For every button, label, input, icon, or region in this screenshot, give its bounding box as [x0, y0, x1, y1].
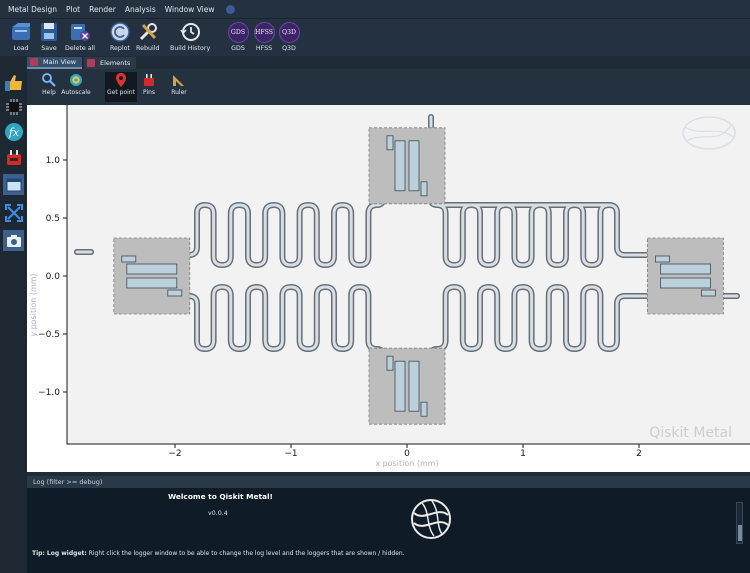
q3d-button[interactable]: Q3D Q3D	[278, 21, 300, 52]
q3d-icon: Q3D	[278, 21, 300, 43]
log-welcome-title: Welcome to Qiskit Metal!	[168, 492, 273, 501]
left-dock: fx	[0, 56, 27, 573]
build-history-button[interactable]: Build History	[170, 21, 210, 52]
delete-all-button[interactable]: Delete all	[65, 21, 95, 52]
qubit-pad-top	[660, 263, 711, 275]
get-point-button[interactable]: Get point	[105, 72, 137, 102]
window-icon[interactable]	[3, 174, 24, 195]
thumbs-up-icon[interactable]	[3, 72, 24, 93]
ruler-button[interactable]: Ruler	[169, 72, 189, 102]
delete-all-icon	[69, 21, 91, 43]
replot-icon	[109, 21, 131, 43]
qubit-connector	[655, 255, 670, 263]
qiskit-logo-icon	[225, 4, 235, 14]
qubit-pad-bottom	[126, 277, 178, 289]
x-tick-label: 0	[404, 449, 410, 459]
y-tick-label: 0.5	[46, 214, 60, 224]
chip-icon[interactable]	[3, 96, 24, 117]
transmon-qubit[interactable]	[368, 347, 446, 425]
elements-icon	[87, 59, 95, 67]
log-scroll-thumb[interactable]	[738, 525, 742, 541]
log-tip: Tip: Log widget: Right click the logger …	[32, 550, 405, 557]
qubit-pad-bottom	[660, 277, 711, 289]
y-tick-label: −0.5	[38, 330, 60, 340]
menu-bar: Metal Design Plot Render Analysis Window…	[0, 0, 750, 19]
plot-toolbar: Help Autoscale Get point Pins Ruler	[27, 69, 750, 105]
qubit-pad-left	[394, 140, 406, 192]
gds-icon: GDS	[227, 21, 249, 43]
qubit-pocket	[647, 237, 724, 315]
x-tick-label: 2	[636, 449, 642, 459]
y-tick-label: −1.0	[38, 388, 60, 398]
qubit-connector	[167, 289, 183, 297]
x-tick-label: 1	[520, 449, 526, 459]
help-button[interactable]: Help	[39, 72, 59, 102]
main-toolbar: Load Save Delete all Replot Rebuild Buil…	[0, 19, 750, 56]
qubit-pad-left	[394, 360, 406, 412]
tab-main-view[interactable]: Main View	[27, 57, 83, 69]
save-button[interactable]: Save	[38, 21, 60, 52]
log-version: v0.0.4	[208, 510, 228, 517]
qiskit-metal-watermark: Qiskit Metal	[649, 425, 732, 441]
camera-icon[interactable]	[3, 230, 24, 251]
replot-button[interactable]: Replot	[109, 21, 131, 52]
qiskit-globe-icon	[411, 499, 451, 539]
log-scrollbar[interactable]	[736, 502, 743, 544]
y-tick-label: 1.0	[46, 156, 61, 166]
menu-analysis[interactable]: Analysis	[125, 5, 156, 14]
y-ticks: 1.0 0.5 0.0 −0.5 −1.0	[38, 156, 67, 398]
y-tick-label: 0.0	[46, 272, 61, 282]
qubit-pad-right	[408, 360, 420, 412]
transmon-qubit[interactable]	[368, 127, 446, 205]
plug-pins-icon	[142, 72, 156, 88]
expand-icon[interactable]	[3, 202, 24, 223]
qubit-connector	[121, 255, 137, 263]
menu-plot[interactable]: Plot	[66, 5, 80, 14]
log-panel[interactable]: Welcome to Qiskit Metal! v0.0.4 Tip: Log…	[27, 488, 750, 573]
log-header[interactable]: Log (filter >= debug)	[27, 476, 750, 488]
qubit-pad-top	[126, 263, 178, 275]
rebuild-button[interactable]: Rebuild	[136, 21, 159, 52]
x-tick-label: −2	[168, 449, 181, 459]
qubit-pocket	[368, 127, 446, 205]
ruler-icon	[172, 72, 186, 88]
qubit-connector	[386, 355, 394, 371]
layout-plot[interactable]: −2 −1 0 1 2 1.0 0.5 0.0 −0.5 −1.0 x position (mm…	[27, 105, 750, 472]
x-ticks: −2 −1 0 1 2	[168, 444, 642, 459]
x-axis-label: x position (mm)	[375, 459, 438, 468]
qubit-pocket	[368, 347, 446, 425]
load-icon	[10, 21, 32, 43]
y-axis-label: y position (mm)	[29, 273, 38, 336]
load-button[interactable]: Load	[10, 21, 32, 52]
x-tick-label: −1	[284, 449, 297, 459]
menu-metal-design[interactable]: Metal Design	[8, 5, 57, 14]
qubit-connector	[420, 181, 428, 197]
autoscale-icon	[69, 72, 83, 88]
autoscale-button[interactable]: Autoscale	[61, 72, 91, 102]
history-icon	[179, 21, 201, 43]
qubit-connector	[420, 401, 428, 417]
location-pin-icon	[114, 72, 128, 88]
tab-elements[interactable]: Elements	[84, 57, 137, 69]
svg-text:fx: fx	[7, 126, 19, 139]
qubit-pocket	[113, 237, 191, 315]
menu-render[interactable]: Render	[89, 5, 116, 14]
plug-icon[interactable]	[3, 147, 24, 168]
transmon-qubit[interactable]	[113, 237, 191, 315]
hfss-button[interactable]: HFSS HFSS	[253, 21, 275, 52]
qubit-connector	[386, 135, 394, 151]
qubit-connector	[701, 289, 716, 297]
function-icon[interactable]: fx	[3, 121, 24, 142]
save-icon	[38, 21, 60, 43]
rebuild-icon	[137, 21, 159, 43]
menu-window-view[interactable]: Window View	[165, 5, 215, 14]
main-view-icon	[30, 58, 38, 66]
hfss-icon: HFSS	[253, 21, 275, 43]
transmon-qubit[interactable]	[647, 237, 724, 315]
qubit-pad-right	[408, 140, 420, 192]
gds-button[interactable]: GDS GDS	[227, 21, 249, 52]
help-icon	[42, 72, 56, 88]
view-tabs: Main View Elements	[27, 56, 750, 69]
pins-button[interactable]: Pins	[140, 72, 158, 102]
